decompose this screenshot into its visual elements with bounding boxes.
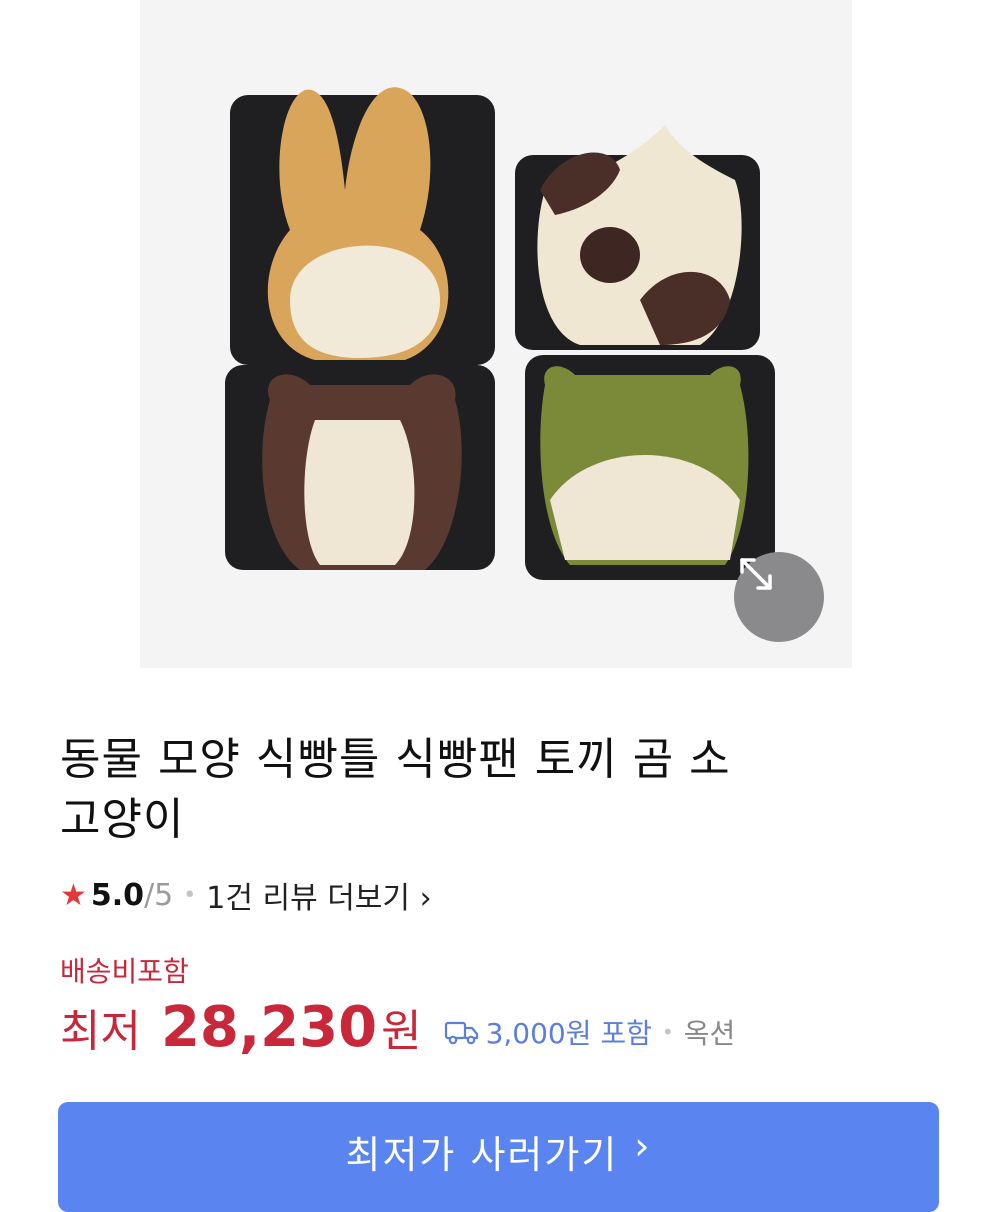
cta-label: 최저가 사러가기	[345, 1133, 619, 1177]
review-link[interactable]: 1건 리뷰 더보기 ›	[206, 873, 431, 917]
separator-dot: •	[661, 1020, 674, 1044]
chevron-right-icon: ›	[634, 1124, 652, 1168]
product-title-line-1: 동물 모양 식빵틀 식빵팬 토끼 곰 소	[60, 734, 731, 785]
truck-icon	[444, 1021, 478, 1045]
product-title: 동물 모양 식빵틀 식빵팬 토끼 곰 소 고양이	[60, 730, 940, 850]
expand-icon	[740, 558, 772, 590]
price-unit: 원	[381, 1006, 422, 1057]
buy-lowest-price-button[interactable]: 최저가 사러가기 ›	[58, 1102, 939, 1212]
shipping-included-tag: 배송비포함	[60, 955, 189, 988]
separator-dot: •	[183, 882, 197, 908]
expand-image-button[interactable]	[734, 552, 824, 642]
chevron-right-icon: ›	[419, 881, 432, 916]
price-prefix: 최저	[60, 1006, 141, 1057]
shipping-fee: 3,000원 포함	[485, 1017, 652, 1050]
rating-max: /5	[144, 877, 174, 913]
shipping-info: 3,000원 포함 • 옥션	[444, 1012, 736, 1052]
seller-source: 옥션	[683, 1017, 736, 1050]
rating-row: ★ 5.0 /5 • 1건 리뷰 더보기 ›	[60, 873, 432, 917]
star-icon: ★	[60, 877, 87, 913]
price-value: 28,230	[160, 995, 378, 1060]
product-title-line-2: 고양이	[60, 794, 185, 845]
rating-score: 5.0	[90, 877, 145, 913]
review-link-label: 1건 리뷰 더보기	[206, 881, 411, 916]
price-row: 최저 28,230 원 3,000원 포함 • 옥션	[60, 995, 735, 1065]
product-image[interactable]	[140, 0, 852, 668]
